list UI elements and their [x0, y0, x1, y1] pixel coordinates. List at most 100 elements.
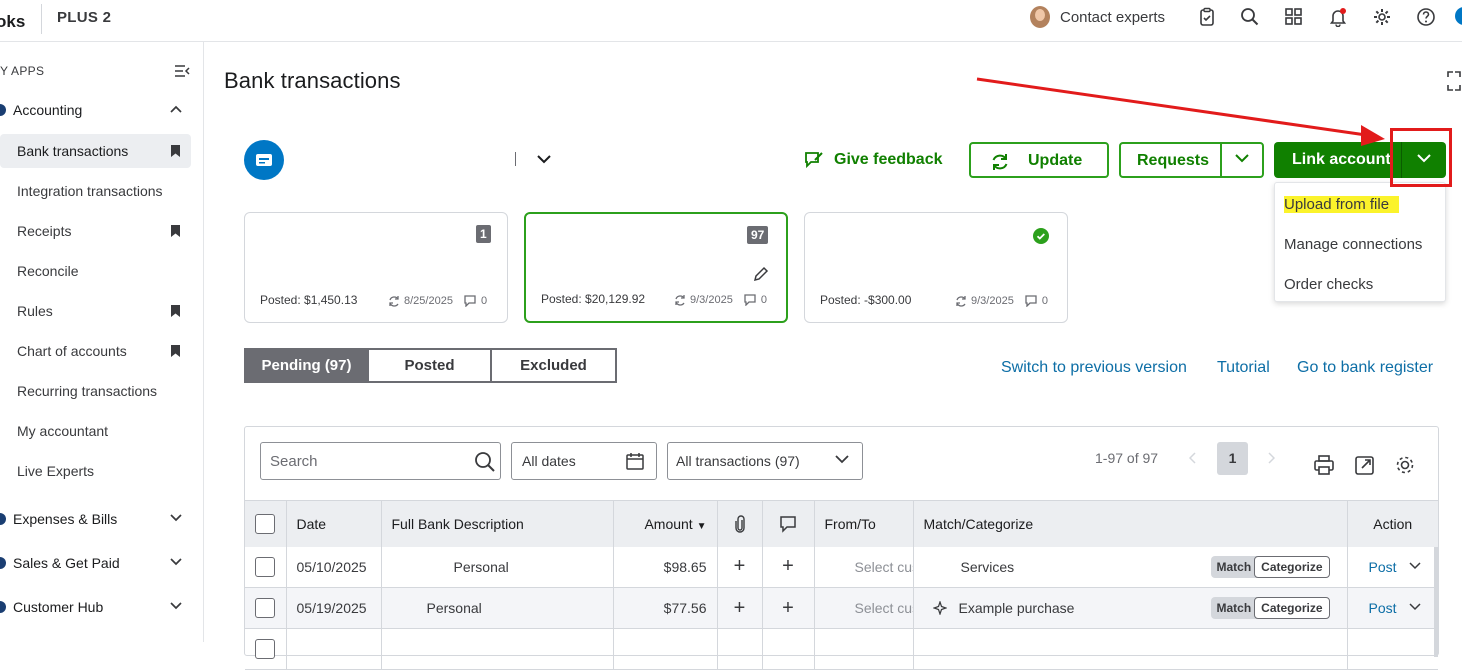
profile-icon[interactable]	[1455, 7, 1462, 25]
row-checkbox[interactable]	[255, 639, 275, 659]
collapse-menu-icon[interactable]	[174, 64, 190, 78]
transactions-table: Date Full Bank Description Amount ▼ From…	[245, 500, 1438, 670]
give-feedback-button[interactable]: Give feedback	[803, 150, 943, 170]
export-icon[interactable]	[1354, 454, 1376, 476]
bookmark-icon[interactable]	[170, 344, 181, 358]
calendar-icon	[625, 451, 645, 471]
account-card[interactable]: Posted: -$300.00 9/3/2025 0	[804, 212, 1068, 323]
bookmark-icon[interactable]	[170, 224, 181, 238]
sidebar-item-bank-transactions[interactable]: Bank transactions	[0, 134, 191, 168]
tutorial-link[interactable]: Tutorial	[1217, 359, 1270, 377]
sidebar-item-reconcile[interactable]: Reconcile	[0, 254, 191, 288]
search-icon	[474, 451, 496, 473]
menu-item-manage-connections[interactable]: Manage connections	[1284, 236, 1422, 253]
row-match-categorize: Services Match Categorize	[913, 546, 1348, 588]
header-date[interactable]: Date	[286, 500, 382, 547]
section-expenses-bills[interactable]: Expenses & Bills	[0, 506, 196, 532]
tab-pending[interactable]: Pending (97)	[244, 348, 369, 383]
expand-icon[interactable]	[1446, 70, 1462, 92]
table-row[interactable]: 05/10/2025 Personal $98.65 + + Select cu…	[245, 546, 1438, 588]
brand-logo[interactable]: oks	[0, 12, 25, 32]
sidebar-item-integration-transactions[interactable]: Integration transactions	[0, 174, 191, 208]
row-checkbox[interactable]	[255, 556, 275, 577]
sidebar-item-rules[interactable]: Rules	[0, 294, 191, 328]
account-selector-chevron-icon[interactable]	[536, 154, 552, 164]
gear-icon[interactable]	[1394, 454, 1416, 476]
add-attachment-icon[interactable]: +	[717, 587, 763, 629]
update-button[interactable]: Update	[969, 142, 1109, 178]
section-label: Accounting	[13, 102, 83, 118]
go-to-bank-register-link[interactable]: Go to bank register	[1297, 359, 1433, 377]
row-from-to[interactable]: Select cus	[814, 587, 914, 629]
categorize-button[interactable]: Categorize	[1254, 597, 1330, 619]
sync-date: 9/3/2025	[971, 295, 1014, 307]
table-row[interactable]: 05/19/2025 Personal $77.56 + + Select cu…	[245, 587, 1438, 629]
contact-experts-link[interactable]: Contact experts	[1060, 9, 1165, 26]
row-checkbox[interactable]	[255, 598, 275, 618]
print-icon[interactable]	[1313, 454, 1335, 476]
add-comment-icon[interactable]: +	[762, 546, 815, 588]
comment-count: 0	[1041, 295, 1048, 307]
requests-button[interactable]: Requests	[1119, 142, 1264, 178]
categorize-button[interactable]: Categorize	[1254, 555, 1330, 578]
help-icon[interactable]	[1416, 7, 1436, 27]
bookmark-icon[interactable]	[170, 144, 181, 158]
match-button[interactable]: Match	[1210, 597, 1258, 619]
tab-posted[interactable]: Posted	[367, 348, 492, 383]
sync-date: 8/25/2025	[404, 295, 453, 307]
row-category[interactable]: Services	[961, 559, 1015, 575]
scrollbar[interactable]	[1434, 547, 1438, 657]
search-icon[interactable]	[1240, 7, 1260, 27]
chevron-right-icon[interactable]	[1267, 452, 1275, 464]
menu-item-upload-from-file[interactable]: Upload from file	[1284, 196, 1400, 213]
chevron-down-icon[interactable]	[1408, 603, 1421, 611]
match-button[interactable]: Match	[1210, 555, 1258, 578]
bell-icon[interactable]	[1328, 7, 1348, 27]
section-sales-get-paid[interactable]: Sales & Get Paid	[0, 550, 196, 576]
row-from-to[interactable]: Select cus	[814, 546, 914, 588]
gear-icon[interactable]	[1372, 7, 1392, 27]
sidebar-item-receipts[interactable]: Receipts	[0, 214, 191, 248]
sidebar-item-my-accountant[interactable]: My accountant	[0, 414, 191, 448]
switch-previous-version-link[interactable]: Switch to previous version	[1001, 359, 1187, 377]
chevron-down-icon	[170, 558, 182, 566]
post-button[interactable]: Post	[1369, 600, 1397, 616]
expenses-icon	[0, 513, 6, 525]
sync-icon	[389, 296, 399, 307]
chevron-left-icon[interactable]	[1189, 452, 1197, 464]
sidebar-item-label: Receipts	[17, 223, 72, 239]
add-comment-icon[interactable]: +	[762, 587, 815, 629]
divider	[41, 4, 42, 34]
search-input[interactable]: Search	[260, 442, 501, 480]
pencil-icon[interactable]	[752, 265, 770, 283]
header-description[interactable]: Full Bank Description	[381, 500, 614, 547]
account-card[interactable]: 1 Posted: $1,450.13 8/25/2025 0	[244, 212, 508, 323]
add-attachment-icon[interactable]: +	[717, 546, 763, 588]
date-filter[interactable]: All dates	[511, 442, 657, 480]
sidebar-item-live-experts[interactable]: Live Experts	[0, 454, 191, 488]
menu-item-order-checks[interactable]: Order checks	[1284, 276, 1373, 293]
chevron-down-icon[interactable]	[1408, 561, 1421, 570]
tab-excluded[interactable]: Excluded	[490, 348, 617, 383]
section-accounting[interactable]: Accounting	[0, 97, 196, 123]
sidebar-item-chart-of-accounts[interactable]: Chart of accounts	[0, 334, 191, 368]
post-button[interactable]: Post	[1369, 559, 1397, 575]
apps-icon[interactable]	[1284, 7, 1304, 27]
table-row[interactable]	[245, 628, 1438, 670]
comment-icon	[464, 295, 476, 307]
section-customer-hub[interactable]: Customer Hub	[0, 594, 196, 620]
bank-account-icon[interactable]	[244, 140, 284, 180]
date-filter-value: All dates	[522, 453, 576, 469]
bookmark-icon[interactable]	[170, 304, 181, 318]
transaction-type-filter[interactable]: All transactions (97)	[667, 442, 863, 480]
section-label: Customer Hub	[13, 599, 104, 615]
checklist-icon[interactable]	[1197, 7, 1217, 27]
account-card-selected[interactable]: 97 Posted: $20,129.92 9/3/2025 0	[524, 212, 788, 323]
page-number[interactable]: 1	[1217, 442, 1248, 475]
sidebar-item-recurring-transactions[interactable]: Recurring transactions	[0, 374, 191, 408]
row-match-categorize: Example purchase Match Categorize	[913, 587, 1348, 629]
row-category[interactable]: Example purchase	[959, 600, 1075, 616]
header-amount[interactable]: Amount ▼	[613, 500, 718, 547]
select-all-checkbox[interactable]	[255, 513, 275, 534]
chevron-down-icon[interactable]	[1235, 153, 1249, 163]
